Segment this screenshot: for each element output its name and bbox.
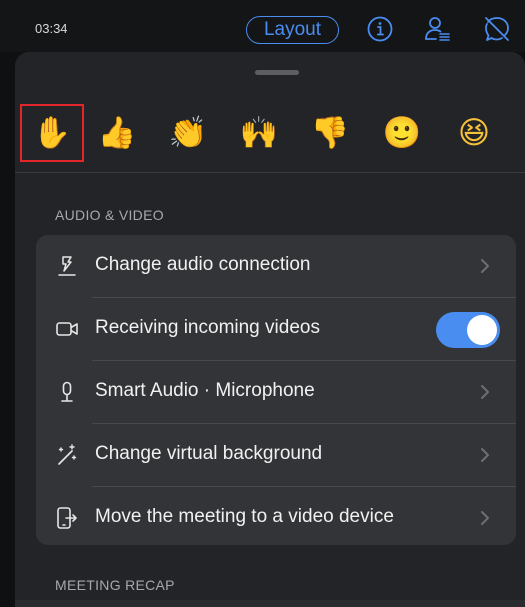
audio-connection-icon — [58, 256, 76, 276]
row-label: Move the meeting to a video device — [95, 506, 394, 527]
chevron-right-icon — [481, 511, 489, 525]
row-label: Change audio connection — [95, 254, 311, 275]
row-label: Change virtual background — [95, 443, 323, 464]
row-receiving-incoming-videos: Receiving incoming videos — [36, 298, 516, 360]
chat-off-icon[interactable] — [482, 14, 512, 44]
info-icon[interactable] — [365, 14, 395, 44]
more-options-sheet: ✋ 👍 👏 🙌 👎 🙂 😆 AUDIO & VIDEO Change audio… — [15, 52, 525, 607]
reaction-celebrate[interactable]: 🙌 — [227, 104, 291, 162]
drag-handle[interactable] — [255, 70, 299, 75]
reaction-smile[interactable]: 🙂 — [370, 104, 434, 162]
incoming-videos-toggle[interactable] — [436, 312, 500, 348]
chevron-right-icon — [481, 259, 489, 273]
reactions-divider — [15, 172, 525, 173]
magic-wand-icon — [58, 444, 77, 465]
chevron-right-icon — [481, 385, 489, 399]
row-smart-audio-microphone[interactable]: Smart Audio · Microphone — [36, 361, 516, 423]
reaction-thumbs-up[interactable]: 👍 — [85, 104, 149, 162]
status-time: 03:34 — [35, 21, 68, 36]
chevron-right-icon — [481, 448, 489, 462]
row-change-virtual-background[interactable]: Change virtual background — [36, 424, 516, 486]
video-camera-icon — [56, 322, 78, 336]
participants-icon[interactable] — [422, 14, 452, 44]
section-title-audio-video: AUDIO & VIDEO — [55, 207, 164, 223]
move-to-device-icon — [57, 507, 77, 529]
row-move-meeting-to-video-device[interactable]: Move the meeting to a video device — [36, 487, 516, 549]
next-card-edge — [15, 600, 525, 607]
toggle-knob — [467, 315, 497, 345]
reaction-clap[interactable]: 👏 — [156, 104, 220, 162]
reaction-laugh[interactable]: 😆 — [442, 104, 506, 162]
layout-button[interactable]: Layout — [246, 16, 339, 44]
reaction-raise-hand[interactable]: ✋ — [20, 104, 84, 162]
row-change-audio-connection[interactable]: Change audio connection — [36, 235, 516, 297]
audio-video-card: Change audio connection Receiving incomi… — [36, 235, 516, 545]
row-label: Smart Audio · Microphone — [95, 380, 315, 401]
reaction-thumbs-down[interactable]: 👎 — [298, 104, 362, 162]
row-label: Receiving incoming videos — [95, 317, 320, 338]
top-bar: 03:34 Layout — [0, 0, 525, 52]
microphone-icon — [61, 381, 73, 402]
section-title-meeting-recap: MEETING RECAP — [55, 577, 175, 593]
